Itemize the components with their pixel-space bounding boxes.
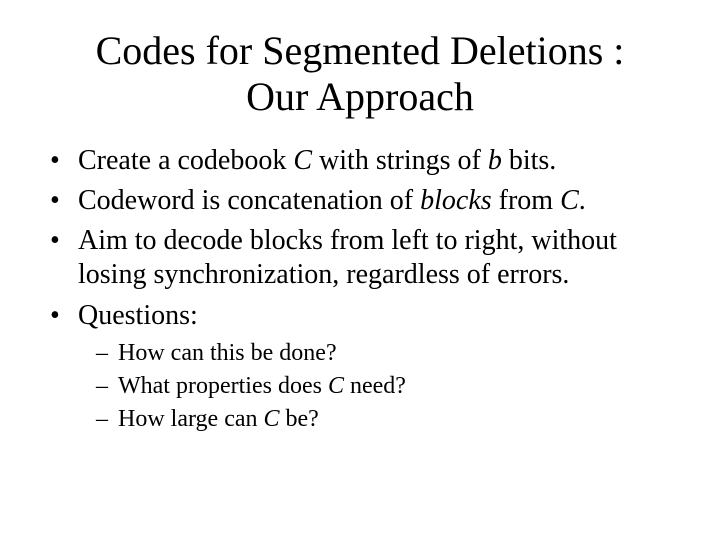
bullet-4: Questions: How can this be done? What pr… [50, 299, 680, 435]
sub-bullet-3: How large can C be? [96, 405, 680, 434]
bullet-2: Codeword is concatenation of blocks from… [50, 184, 680, 218]
bits-var: b [488, 145, 502, 176]
codebook-var-4: C [264, 406, 280, 432]
codebook-var: C [293, 145, 312, 176]
title-line-2: Our Approach [246, 74, 474, 119]
sub-bullet-2-text-a: What properties does [118, 373, 328, 399]
blocks-word: blocks [420, 185, 492, 216]
bullet-1-text-c: bits. [502, 145, 556, 176]
bullet-2-text-a: Codeword is concatenation of [78, 185, 420, 216]
bullet-1-text-b: with strings of [312, 145, 488, 176]
bullet-2-text-c: . [579, 185, 586, 216]
title-line-1: Codes for Segmented Deletions : [96, 28, 625, 73]
sub-bullet-3-text-b: be? [280, 406, 319, 432]
sub-bullet-1-text: How can this be done? [118, 340, 337, 366]
sub-bullet-1: How can this be done? [96, 339, 680, 368]
codebook-var-3: C [328, 373, 344, 399]
sub-bullet-2: What properties does C need? [96, 372, 680, 401]
sub-bullet-list: How can this be done? What properties do… [96, 339, 680, 435]
bullet-list: Create a codebook C with strings of b bi… [50, 144, 680, 435]
bullet-1: Create a codebook C with strings of b bi… [50, 144, 680, 178]
sub-bullet-2-text-b: need? [344, 373, 406, 399]
bullet-1-text-a: Create a codebook [78, 145, 293, 176]
slide: Codes for Segmented Deletions : Our Appr… [0, 0, 720, 540]
codebook-var-2: C [560, 185, 579, 216]
bullet-4-text: Questions: [78, 300, 198, 331]
bullet-2-text-b: from [492, 185, 560, 216]
bullet-3: Aim to decode blocks from left to right,… [50, 224, 680, 292]
bullet-3-text: Aim to decode blocks from left to right,… [78, 225, 617, 290]
sub-bullet-3-text-a: How large can [118, 406, 264, 432]
slide-title: Codes for Segmented Deletions : Our Appr… [40, 28, 680, 120]
